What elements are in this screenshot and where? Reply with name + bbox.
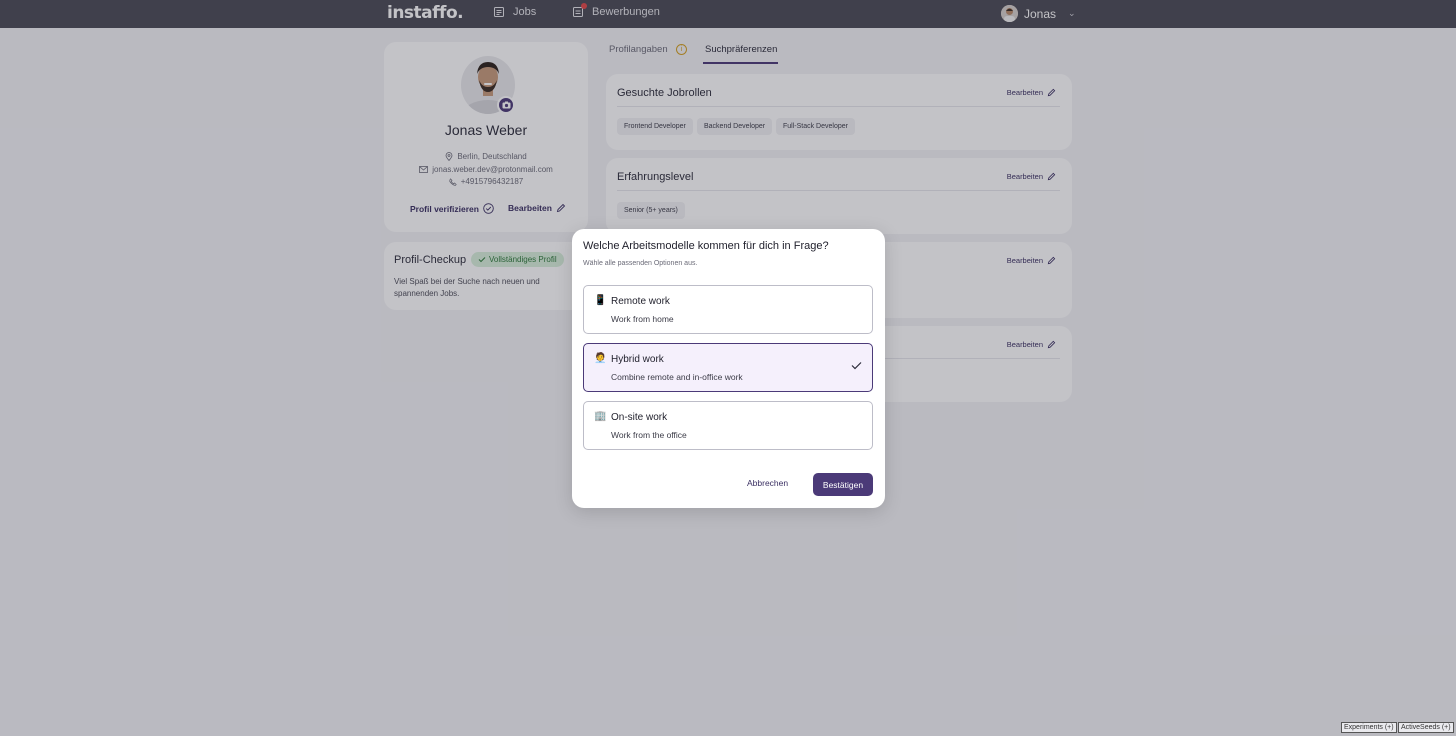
cancel-button[interactable]: Abbrechen: [747, 478, 788, 488]
dialog-subtitle: Wähle alle passenden Optionen aus.: [583, 260, 698, 267]
building-icon: 🏢: [594, 411, 607, 422]
option-title: Remote work: [611, 296, 670, 307]
option-title: On-site work: [611, 412, 668, 423]
active-seeds-toggle[interactable]: ActiveSeeds (+): [1398, 722, 1454, 733]
phone-icon: 📱: [594, 295, 607, 306]
option-remote-work[interactable]: 📱 Remote work Work from home: [583, 285, 873, 334]
dialog-title: Welche Arbeitsmodelle kommen für dich in…: [583, 240, 829, 252]
work-model-dialog: Welche Arbeitsmodelle kommen für dich in…: [572, 229, 885, 508]
option-description: Work from the office: [611, 430, 687, 440]
person-icon: 🧑‍💼: [594, 353, 607, 364]
option-title: Hybrid work: [611, 354, 664, 365]
checkmark-icon: [851, 362, 862, 370]
option-description: Combine remote and in-office work: [611, 372, 743, 382]
option-hybrid-work[interactable]: 🧑‍💼 Hybrid work Combine remote and in-of…: [583, 343, 873, 392]
option-description: Work from home: [611, 314, 674, 324]
experiments-toggle[interactable]: Experiments (+): [1341, 722, 1397, 733]
confirm-button[interactable]: Bestätigen: [813, 473, 873, 496]
option-onsite-work[interactable]: 🏢 On-site work Work from the office: [583, 401, 873, 450]
